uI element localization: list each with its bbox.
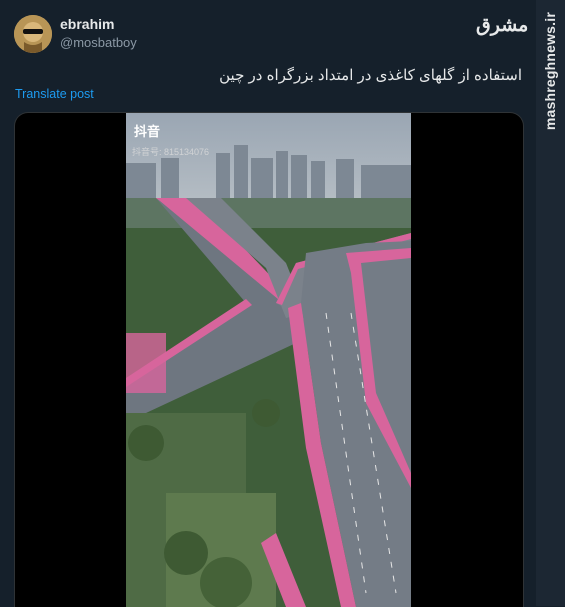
post-text: استفاده از گلهای کاغذی در امتداد بزرگراه…	[219, 67, 522, 84]
watermark-site: mashreghnews.ir	[542, 12, 558, 131]
watermark-bar: mashreghnews.ir	[536, 0, 565, 606]
post: ebrahim @mosbatboy استفاده از گلهای کاغذ…	[0, 0, 536, 607]
avatar[interactable]	[14, 15, 52, 53]
tiktok-user-id: 抖音号: 815134076	[132, 147, 210, 157]
translate-post-link[interactable]: Translate post	[15, 87, 94, 101]
author-name[interactable]: ebrahim	[60, 16, 114, 32]
highway-image	[126, 113, 411, 607]
video-frame[interactable]: 抖音 抖音号: 815134076	[126, 113, 411, 607]
watermark-logo: مشرق	[476, 15, 529, 36]
tiktok-logo: 抖音	[134, 124, 161, 139]
author-handle[interactable]: @mosbatboy	[60, 35, 137, 50]
post-media[interactable]: 抖音 抖音号: 815134076	[14, 112, 524, 607]
